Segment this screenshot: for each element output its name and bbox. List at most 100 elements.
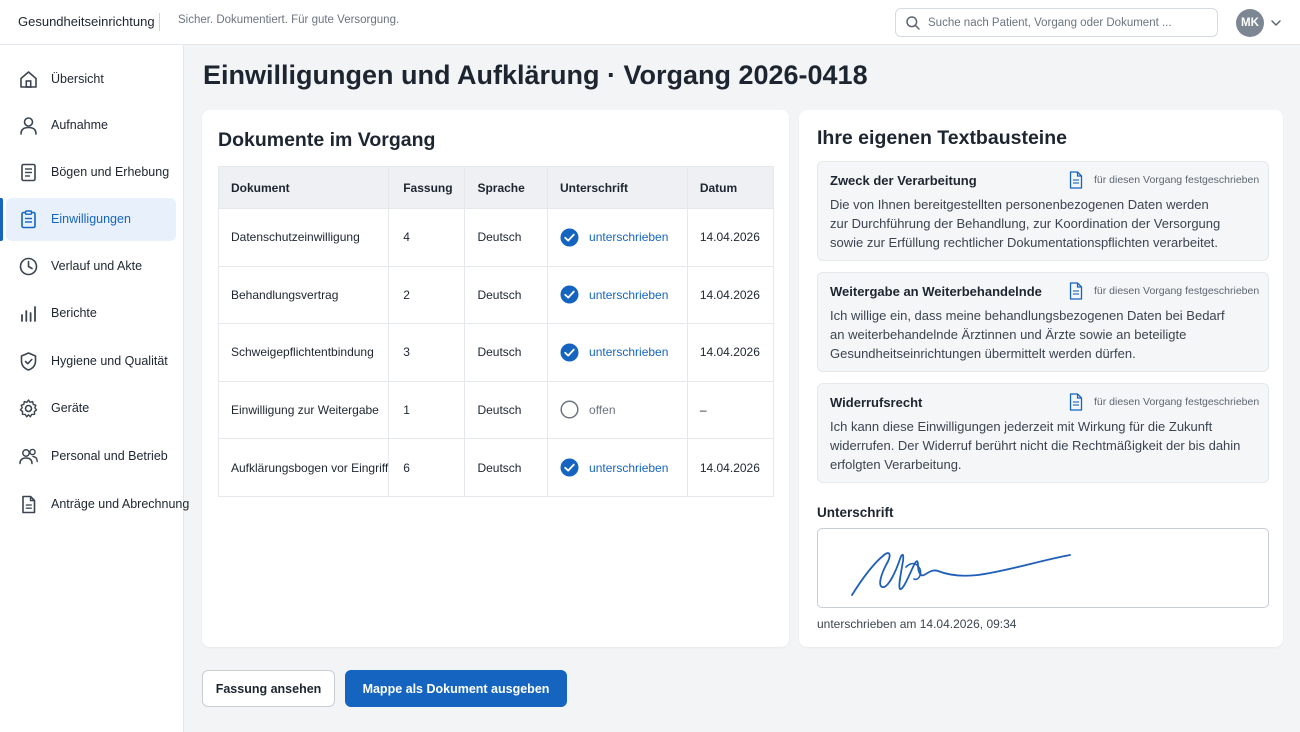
table-row[interactable]: Schweigepflichtentbindung 3 Deutsch unte… (217, 323, 775, 382)
document-icon[interactable] (1068, 282, 1084, 300)
document-language: Deutsch (464, 380, 549, 439)
table-header-row: Dokument Fassung Sprache Unterschrift Da… (217, 166, 775, 209)
sidebar-item-uebersicht[interactable]: Übersicht (6, 58, 176, 101)
document-version: 4 (388, 208, 466, 267)
sidebar-item-label: Anträge und Abrechnung (51, 497, 190, 511)
shield-icon (20, 352, 37, 371)
textblocks-title: Ihre eigenen Textbausteine (817, 127, 1067, 149)
document-date: 14.04.2026 (686, 265, 775, 324)
tagline: Sicher. Dokumentiert. Für gute Versorgun… (178, 14, 400, 26)
sidebar-item-einwilligungen[interactable]: Einwilligungen (0, 198, 176, 241)
textblock-line: Gesundheitseinrichtungen übermittelt wer… (830, 346, 1136, 361)
fixed-label: für diesen Vorgang festgeschrieben (1094, 396, 1260, 408)
document-version: 1 (388, 380, 466, 439)
sidebar-item-hygiene[interactable]: Hygiene und Qualität (6, 340, 176, 383)
textblock-body: Ich willige ein, dass meine behandlungsb… (830, 306, 1260, 363)
view-version-button[interactable]: Fassung ansehen (202, 670, 335, 707)
textblocks-card: Ihre eigenen Textbausteine Zweck der Ver… (799, 110, 1283, 647)
textblock-line: widerrufen. Der Widerruf berührt nicht d… (830, 438, 1241, 453)
document-language: Deutsch (464, 323, 549, 382)
signature-drawing (851, 552, 1071, 596)
signature-status: unterschrieben (589, 460, 669, 475)
search-icon (906, 16, 920, 30)
check-circle-icon (560, 228, 579, 247)
table-row[interactable]: Behandlungsvertrag 2 Deutsch unterschrie… (217, 265, 775, 324)
signature-status: unterschrieben (589, 287, 669, 302)
signature-pad[interactable] (817, 528, 1269, 608)
sidebar-item-label: Übersicht (51, 72, 104, 86)
home-icon (20, 71, 37, 88)
textblock-line: an weiterbehandelnde Ärztinnen und Ärzte… (830, 327, 1187, 342)
fixed-label: für diesen Vorgang festgeschrieben (1094, 174, 1260, 186)
document-language: Deutsch (464, 438, 549, 497)
bar-chart-icon (21, 306, 36, 322)
signature-cell: unterschrieben (547, 208, 688, 267)
textblock-line: Ich kann diese Einwilligungen jederzeit … (830, 419, 1213, 434)
sidebar-item-aufnahme[interactable]: Aufnahme (6, 104, 176, 147)
document-version: 3 (388, 323, 466, 382)
brand-divider (159, 13, 160, 31)
sidebar-item-boegen[interactable]: Bögen und Erhebung (6, 151, 176, 194)
textblock-body: Die von Ihnen bereitgestellten personenb… (830, 195, 1260, 252)
textblock-line: Ich willige ein, dass meine behandlungsb… (830, 308, 1225, 323)
sidebar-item-verlauf[interactable]: Verlauf und Akte (6, 245, 176, 288)
textblock-title: Widerrufsrecht (830, 395, 923, 410)
sidebar: Übersicht Aufnahme Bögen und Erhebung Ei… (0, 45, 189, 732)
document-icon[interactable] (1068, 393, 1084, 411)
document-language: Deutsch (464, 265, 549, 324)
page-title: Einwilligungen und Aufklärung · Vorgang … (203, 60, 868, 90)
sidebar-item-label: Berichte (51, 306, 97, 320)
column-header-signature: Unterschrift (547, 166, 688, 209)
column-header-language: Sprache (464, 166, 549, 209)
check-circle-icon (560, 343, 579, 362)
document-name: Einwilligung zur Weitergabe (217, 380, 390, 439)
document-date: 14.04.2026 (686, 208, 775, 267)
search-input[interactable] (928, 13, 1208, 33)
column-header-document: Dokument (217, 166, 390, 209)
table-row[interactable]: Einwilligung zur Weitergabe 1 Deutsch of… (217, 380, 775, 439)
export-document-button[interactable]: Mappe als Dokument ausgeben (345, 670, 567, 707)
check-circle-icon (560, 285, 579, 304)
clipboard-icon (21, 210, 36, 229)
clock-icon (19, 257, 38, 276)
document-date: 14.04.2026 (686, 323, 775, 382)
signature-cell: unterschrieben (547, 438, 688, 497)
signature-cell: offen (547, 380, 688, 439)
documents-table: Dokument Fassung Sprache Unterschrift Da… (217, 166, 775, 497)
document-name: Aufklärungsbogen vor Eingriff (217, 438, 390, 497)
empty-circle-icon (560, 400, 579, 419)
textblock-body: Ich kann diese Einwilligungen jederzeit … (830, 417, 1260, 474)
textblock-purpose: Zweck der Verarbeitung für diesen Vorgan… (817, 161, 1269, 261)
form-icon (21, 163, 36, 182)
sidebar-item-label: Aufnahme (51, 118, 108, 132)
search-box[interactable] (895, 8, 1218, 37)
sidebar-item-label: Bögen und Erhebung (51, 165, 170, 179)
textblock-title: Zweck der Verarbeitung (830, 173, 977, 188)
signature-title: Unterschrift (817, 505, 894, 520)
document-icon[interactable] (1068, 171, 1084, 189)
textblock-title: Weitergabe an Weiterbehandelnde (830, 284, 1042, 299)
chevron-down-icon[interactable] (1269, 16, 1283, 30)
sidebar-item-geraete[interactable]: Geräte (6, 387, 176, 430)
sidebar-item-antraege[interactable]: Anträge und Abrechnung (6, 483, 189, 526)
sidebar-item-label: Geräte (51, 401, 90, 415)
signature-cell: unterschrieben (547, 265, 688, 324)
document-date: 14.04.2026 (686, 438, 775, 497)
document-name: Schweigepflichtentbindung (217, 323, 390, 382)
user-avatar[interactable]: MK (1236, 9, 1264, 37)
table-row[interactable]: Datenschutzeinwilligung 4 Deutsch unters… (217, 208, 775, 267)
check-circle-icon (560, 458, 579, 477)
textblock-line: zur Durchführung der Behandlung, zur Koo… (830, 216, 1221, 231)
documents-title: Dokumente im Vorgang (218, 129, 436, 151)
textblock-line: erfolgten Verarbeitung. (830, 457, 962, 472)
table-row[interactable]: Aufklärungsbogen vor Eingriff 6 Deutsch … (217, 438, 775, 497)
sidebar-item-berichte[interactable]: Berichte (6, 292, 176, 335)
sidebar-item-label: Verlauf und Akte (51, 259, 143, 273)
document-version: 6 (388, 438, 466, 497)
documents-card: Dokumente im Vorgang Dokument Fassung Sp… (202, 110, 789, 647)
sidebar-item-personal[interactable]: Personal und Betrieb (6, 435, 176, 478)
document-name: Behandlungsvertrag (217, 265, 390, 324)
signature-cell: unterschrieben (547, 323, 688, 382)
column-header-version: Fassung (388, 166, 466, 209)
column-header-date: Datum (686, 166, 775, 209)
